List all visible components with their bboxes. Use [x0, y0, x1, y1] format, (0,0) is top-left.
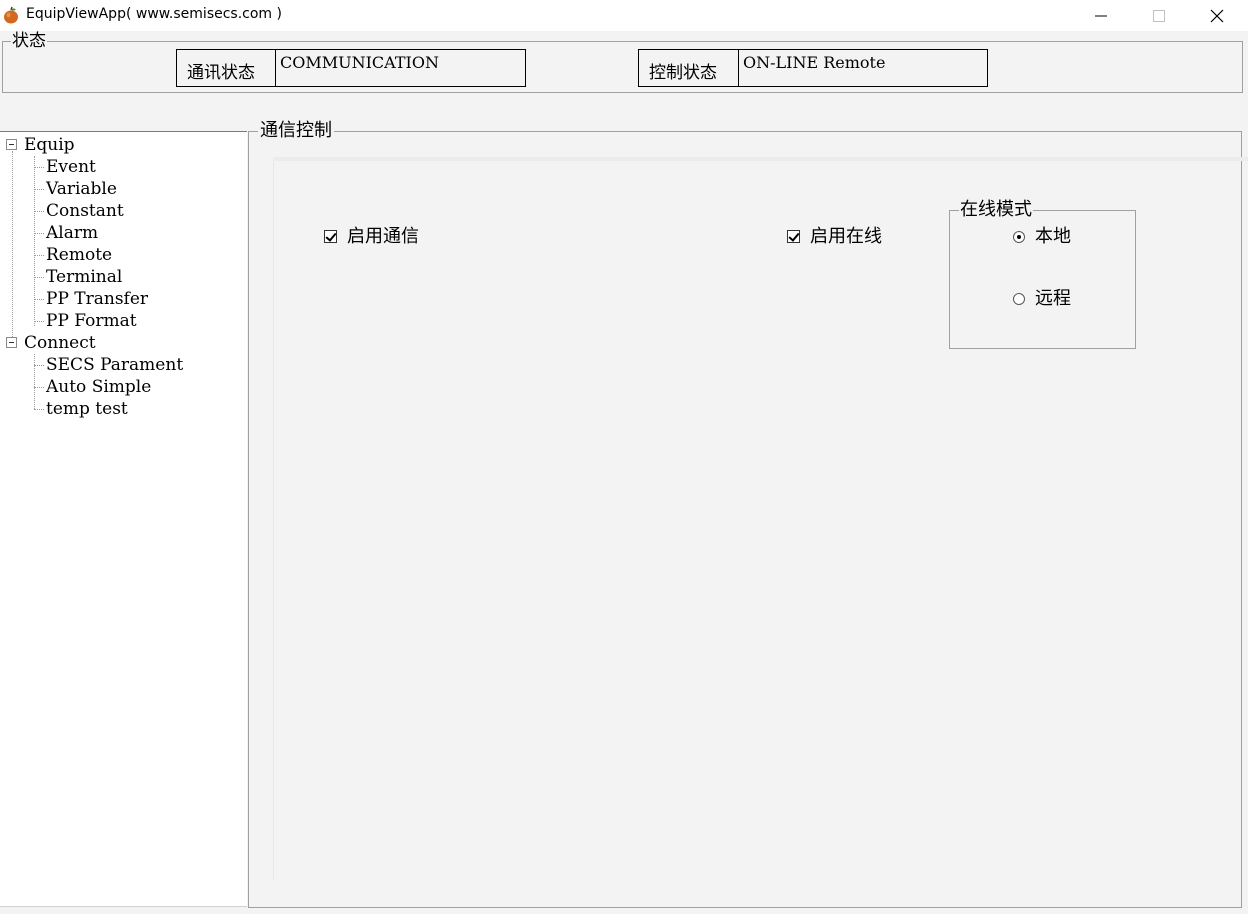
tree-guide-line: [34, 409, 44, 410]
tree-guide-line: [34, 277, 44, 278]
tree-guide-line: [34, 299, 44, 300]
tree-guide-line: [34, 211, 44, 212]
tree-item-secs-parament[interactable]: SECS Parament: [46, 354, 183, 376]
tree-node-equip[interactable]: Equip: [24, 134, 75, 156]
tree-node-connect[interactable]: Connect: [24, 332, 96, 354]
tree-guide-line: [34, 167, 44, 168]
apple-icon: [4, 6, 18, 24]
tree-item-variable[interactable]: Variable: [46, 178, 117, 200]
status-legend: 状态: [11, 31, 47, 51]
tree-item-alarm[interactable]: Alarm: [46, 222, 98, 244]
maximize-button[interactable]: [1130, 0, 1188, 31]
tree-guide-line: [34, 189, 44, 190]
remote-radio[interactable]: [1013, 293, 1025, 305]
minimize-button[interactable]: [1072, 0, 1130, 31]
tree-guide-line: [34, 354, 35, 409]
enable-comm-label[interactable]: 启用通信: [347, 226, 419, 248]
local-radio-label[interactable]: 本地: [1035, 226, 1071, 248]
comm-status-label: 通讯状态: [176, 49, 276, 87]
maximize-icon: [1153, 9, 1165, 22]
window-title: EquipViewApp( www.semisecs.com ): [26, 6, 282, 22]
control-status-value: ON-LINE Remote: [738, 49, 988, 87]
local-radio[interactable]: [1013, 231, 1025, 243]
tree-item-terminal[interactable]: Terminal: [46, 266, 122, 288]
close-icon: [1210, 9, 1224, 22]
enable-online-label[interactable]: 启用在线: [810, 226, 882, 248]
comm-control-legend: 通信控制: [258, 120, 334, 142]
collapse-equip-icon[interactable]: [6, 139, 17, 150]
tree-item-event[interactable]: Event: [46, 156, 96, 178]
title-bar: EquipViewApp( www.semisecs.com ): [0, 0, 1248, 31]
tree-guide-line: [34, 156, 35, 326]
enable-online-checkbox[interactable]: [787, 230, 800, 243]
tree-guide-line: [12, 151, 13, 343]
tree-item-pp-transfer[interactable]: PP Transfer: [46, 288, 148, 310]
tree-scroll-strip: [0, 906, 247, 914]
tree-item-constant[interactable]: Constant: [46, 200, 124, 222]
tree-item-temp-test[interactable]: temp test: [46, 398, 128, 420]
minimize-icon: [1095, 15, 1107, 16]
remote-radio-label[interactable]: 远程: [1035, 288, 1071, 310]
enable-comm-checkbox[interactable]: [324, 230, 337, 243]
tree-item-remote[interactable]: Remote: [46, 244, 112, 266]
control-status-label: 控制状态: [638, 49, 739, 87]
comm-status-value: COMMUNICATION: [275, 49, 526, 87]
tree-item-auto-simple[interactable]: Auto Simple: [46, 376, 151, 398]
tree-guide-line: [34, 255, 44, 256]
tree-item-pp-format[interactable]: PP Format: [46, 310, 137, 332]
tree-guide-line: [34, 321, 44, 322]
tree-guide-line: [34, 233, 44, 234]
close-button[interactable]: [1188, 0, 1246, 31]
collapse-connect-icon[interactable]: [6, 337, 17, 348]
navigation-tree: Equip Event Variable Constant Alarm Remo…: [0, 131, 247, 906]
tree-guide-line: [34, 365, 44, 366]
tree-guide-line: [34, 387, 44, 388]
online-mode-legend: 在线模式: [959, 199, 1033, 221]
